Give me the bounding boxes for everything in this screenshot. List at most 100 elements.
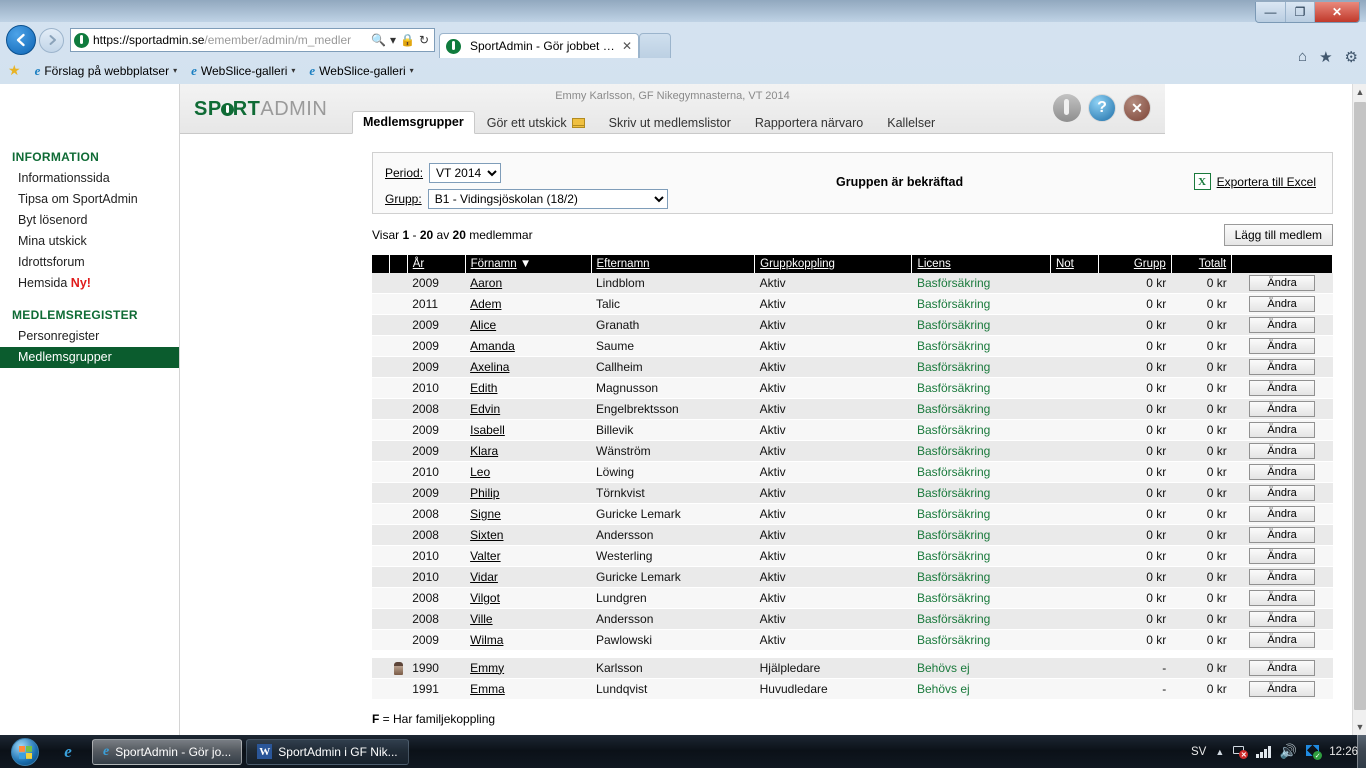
table-row[interactable]: 2010 Vidar Guricke Lemark Aktiv Basförsäkrin… [372,566,1333,588]
tab-close-icon[interactable]: ✕ [622,39,632,53]
member-name-link[interactable]: Philip [470,486,499,500]
table-row[interactable]: 2008 Ville Andersson Aktiv Basförsäkring 0 kr… [372,608,1333,630]
scrollbar-thumb[interactable] [1354,102,1366,710]
table-row[interactable]: 2009 Amanda Saume Aktiv Basförsäkring 0 kr 0 k… [372,335,1333,357]
period-select[interactable]: VT 2014 [429,163,502,183]
table-row[interactable]: 1990 Emmy Karlsson Hjälpledare Behövs ej -0 k… [372,657,1333,679]
edit-button[interactable]: Ändra [1249,296,1316,312]
language-indicator[interactable]: SV [1191,746,1206,758]
sidebar-item-mina-utskick[interactable]: Mina utskick [0,231,179,252]
row-select-cell[interactable] [372,335,390,357]
row-select-cell[interactable] [372,678,390,700]
favorite-item-0[interactable]: e Förslag på webbplatser ▾ [35,63,178,79]
browser-tab[interactable]: SportAdmin - Gör jobbet åt... ✕ [439,33,639,58]
export-excel-action[interactable]: X Exportera till Excel [1193,173,1316,190]
table-row[interactable]: 2008 Sixten Andersson Aktiv Basförsäkring 0 k… [372,524,1333,546]
cell-fornamn[interactable]: Klara [465,440,591,462]
row-select-cell[interactable] [372,524,390,546]
col-licens[interactable]: Licens [911,255,1051,273]
member-name-link[interactable]: Signe [470,507,501,521]
tab-skriv-ut-medlemslistor[interactable]: Skriv ut medlemslistor [597,113,743,134]
start-button[interactable] [2,736,48,767]
row-select-cell[interactable] [372,587,390,609]
sidebar-item-informationssida[interactable]: Informationssida [0,168,179,189]
forward-button[interactable] [39,27,64,53]
search-icon[interactable]: 🔍 [369,33,388,47]
col-not[interactable]: Not [1050,255,1099,273]
cell-fornamn[interactable]: Axelina [465,356,591,378]
table-row[interactable]: 2009 Klara Wänström Aktiv Basförsäkring 0 kr 0… [372,440,1333,462]
tab-kallelser[interactable]: Kallelser [875,113,947,134]
member-name-link[interactable]: Vilgot [470,591,500,605]
edit-button[interactable]: Ändra [1249,569,1316,585]
col-gruppkoppling[interactable]: Gruppkoppling [754,255,913,273]
cell-fornamn[interactable]: Sixten [465,524,591,546]
row-select-cell[interactable] [372,545,390,567]
cell-fornamn[interactable]: Emmy [465,657,591,679]
tab-medlemsgrupper[interactable]: Medlemsgrupper [352,111,475,134]
refresh-icon[interactable]: ↻ [417,33,431,47]
edit-button[interactable]: Ändra [1249,506,1316,522]
edit-button[interactable]: Ändra [1249,659,1316,676]
col-ar[interactable]: År [407,255,466,273]
cell-fornamn[interactable]: Leo [465,461,591,483]
row-select-cell[interactable] [372,503,390,525]
edit-button[interactable]: Ändra [1249,317,1316,333]
member-name-link[interactable]: Vidar [470,570,498,584]
cell-fornamn[interactable]: Emma [465,678,591,700]
quick-launch-ie[interactable]: e [48,742,88,762]
col-efternamn[interactable]: Efternamn [591,255,756,273]
sidebar-item-idrottsforum[interactable]: Idrottsforum [0,252,179,273]
volume-icon[interactable]: 🔊 [1280,743,1297,760]
address-bar[interactable]: https://sportadmin.se/emember/admin/m_me… [70,28,435,52]
edit-button[interactable]: Ändra [1249,380,1316,396]
table-row[interactable]: 1991 Emma Lundqvist Huvudledare Behövs ej -0 … [372,678,1333,700]
signal-bars-icon[interactable] [1256,745,1271,758]
edit-button[interactable]: Ändra [1249,548,1316,564]
show-desktop-button[interactable] [1357,735,1366,768]
cell-fornamn[interactable]: Aaron [465,273,591,294]
member-name-link[interactable]: Alice [470,318,496,332]
edit-button[interactable]: Ändra [1249,590,1316,606]
group-select[interactable]: B1 - Vidingsjöskolan (18/2) [427,189,668,209]
member-name-link[interactable]: Amanda [470,339,515,353]
dropbox-icon[interactable] [1306,745,1323,760]
edit-button[interactable]: Ändra [1249,527,1316,543]
table-row[interactable]: 2009 Wilma Pawlowski Aktiv Basförsäkring 0 kr… [372,629,1333,651]
table-row[interactable]: 2010 Valter Westerling Aktiv Basförsäkring 0 … [372,545,1333,567]
sidebar-item-hemsida[interactable]: Hemsida Ny! [0,273,179,294]
scroll-down-icon[interactable]: ▼ [1353,719,1366,735]
chevron-down-icon[interactable]: ▾ [291,66,295,75]
cell-fornamn[interactable]: Edvin [465,398,591,420]
row-select-cell[interactable] [372,273,390,294]
page-scrollbar[interactable]: ▲ ▼ [1352,84,1366,735]
tab-gor-ett-utskick[interactable]: Gör ett utskick [475,113,597,134]
tab-rapportera-narvaro[interactable]: Rapportera närvaro [743,113,875,134]
table-row[interactable]: 2009 Isabell Billevik Aktiv Basförsäkring 0 k… [372,419,1333,441]
table-row[interactable]: 2009 Axelina Callheim Aktiv Basförsäkring 0 k… [372,356,1333,378]
member-name-link[interactable]: Axelina [470,360,509,374]
cell-fornamn[interactable]: Valter [465,545,591,567]
profile-logo-icon[interactable] [1053,94,1081,122]
row-select-cell[interactable] [372,657,390,679]
sidebar-item-medlemsgrupper[interactable]: Medlemsgrupper [0,347,179,368]
member-name-link[interactable]: Emma [470,682,505,696]
edit-button[interactable]: Ändra [1249,401,1316,417]
edit-button[interactable]: Ändra [1249,632,1316,648]
back-button[interactable] [6,25,36,55]
cell-fornamn[interactable]: Isabell [465,419,591,441]
member-name-link[interactable]: Isabell [470,423,505,437]
taskbar-button-word-document[interactable]: W SportAdmin i GF Nik... [246,738,409,765]
table-row[interactable]: 2010 Leo Löwing Aktiv Basförsäkring 0 kr 0 kr Ä… [372,461,1333,483]
edit-button[interactable]: Ändra [1249,275,1316,291]
row-select-cell[interactable] [372,314,390,336]
favorite-item-1[interactable]: e WebSlice-galleri ▾ [191,63,295,79]
export-excel-link[interactable]: Exportera till Excel [1217,175,1316,189]
member-name-link[interactable]: Valter [470,549,500,563]
cell-fornamn[interactable]: Amanda [465,335,591,357]
table-row[interactable]: 2008 Signe Guricke Lemark Aktiv Basförsäkrin… [372,503,1333,525]
col-fornamn[interactable]: Förnamn ▼ [465,255,592,273]
cell-fornamn[interactable]: Ville [465,608,591,630]
row-select-cell[interactable] [372,440,390,462]
member-name-link[interactable]: Leo [470,465,490,479]
